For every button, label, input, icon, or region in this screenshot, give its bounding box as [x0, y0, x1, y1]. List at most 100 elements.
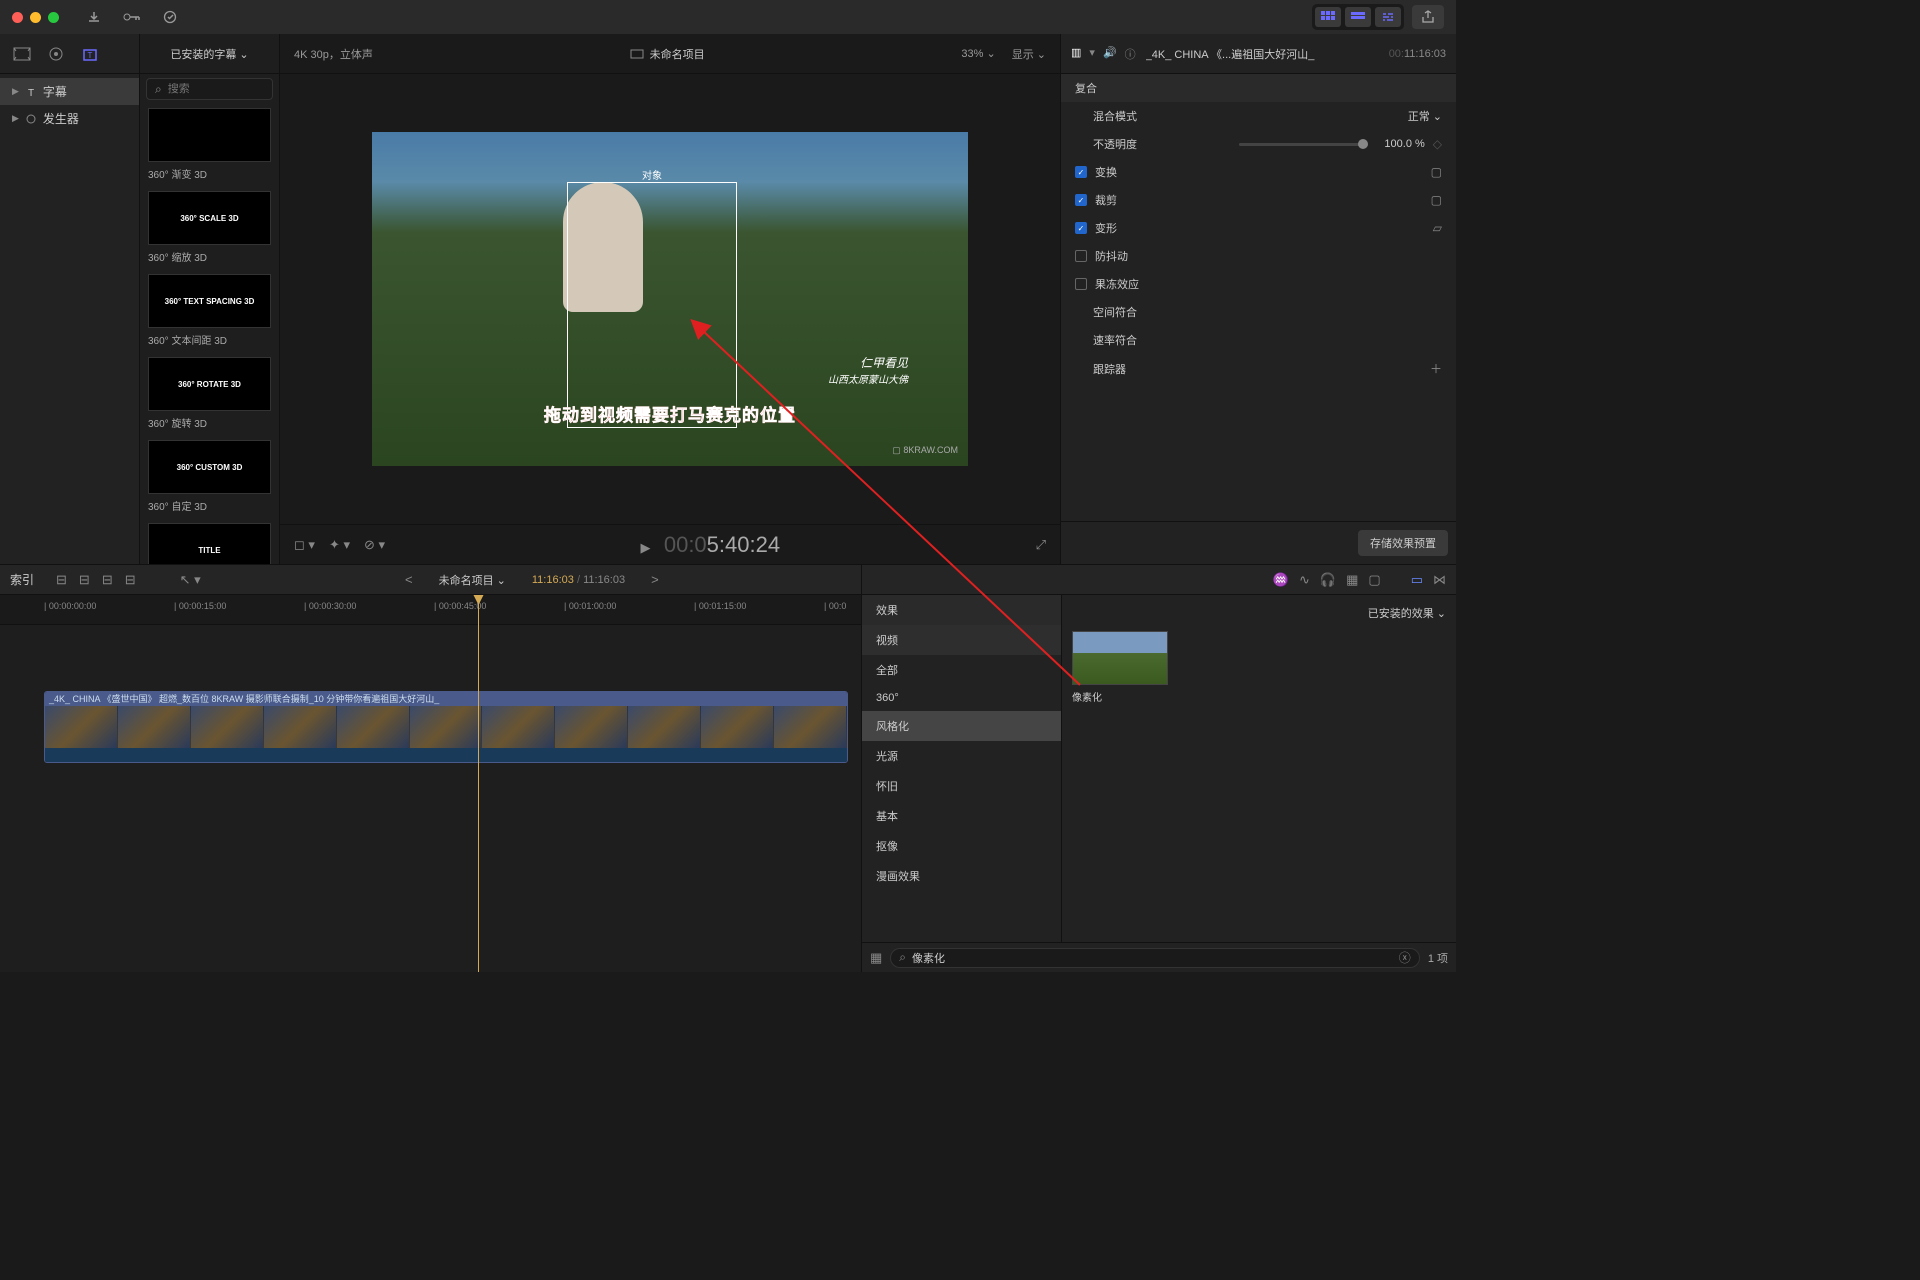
crop-checkbox[interactable]: ✓ — [1075, 194, 1087, 206]
generator-inspector-tab-icon[interactable]: ▾ — [1089, 46, 1095, 62]
grid-view-icon[interactable]: ▦ — [870, 950, 882, 966]
reset-icon[interactable]: ▢ — [1431, 193, 1442, 207]
timeline-back-button[interactable]: < — [405, 572, 413, 587]
title-preset-thumb[interactable] — [148, 108, 271, 162]
media-tab-icon[interactable] — [10, 42, 34, 66]
effects-search[interactable]: ⌕ ⓧ — [890, 948, 1420, 968]
timeline-total-tc: 11:16:03 — [583, 574, 625, 586]
disclosure-triangle-icon: ▶ — [12, 113, 19, 124]
distort-checkbox[interactable]: ✓ — [1075, 222, 1087, 234]
rolling-shutter-row[interactable]: 果冻效应 — [1061, 270, 1456, 298]
timeline-playhead[interactable] — [478, 595, 479, 972]
zoom-dropdown[interactable]: 33% ⌄ — [961, 47, 995, 60]
clear-search-icon[interactable]: ⓧ — [1399, 949, 1411, 966]
index-button[interactable]: 索引 — [10, 571, 44, 588]
effects-category-item[interactable]: 风格化 — [862, 711, 1061, 741]
effects-search-input[interactable] — [912, 952, 1393, 964]
effects-category-item[interactable]: 全部 — [862, 655, 1061, 685]
spatial-conform-row[interactable]: 空间符合 — [1061, 298, 1456, 326]
effects-category-item[interactable]: 抠像 — [862, 831, 1061, 861]
effects-category-item[interactable]: 360° — [862, 685, 1061, 711]
share-button[interactable] — [1412, 5, 1444, 29]
keyword-button[interactable] — [117, 6, 147, 28]
timeline-project-dropdown[interactable]: 未命名项目 ⌄ — [439, 572, 506, 588]
title-preset-thumb[interactable]: 360° ROTATE 3D — [148, 357, 271, 411]
timeline-forward-button[interactable]: > — [651, 572, 659, 587]
timeline-toggle-icon[interactable] — [1345, 7, 1371, 27]
stabilize-row[interactable]: 防抖动 — [1061, 242, 1456, 270]
skimming-icon[interactable]: ∿ — [1299, 572, 1310, 588]
rate-conform-row[interactable]: 速率符合 — [1061, 326, 1456, 354]
rolling-shutter-checkbox[interactable] — [1075, 278, 1087, 290]
solo-icon[interactable]: ▦ — [1346, 572, 1358, 588]
display-dropdown[interactable]: 显示 ⌄ — [1012, 46, 1046, 62]
minimize-window-button[interactable] — [30, 12, 41, 23]
close-window-button[interactable] — [12, 12, 23, 23]
browser-filter-dropdown[interactable]: 已安装的字幕 ⌄ — [148, 46, 271, 62]
opacity-value[interactable]: 100.0 % — [1384, 138, 1424, 150]
opacity-slider[interactable] — [1239, 143, 1369, 146]
transform-tool-dropdown[interactable]: ◻ ▾ — [294, 537, 315, 553]
save-effect-preset-button[interactable]: 存储效果预置 — [1358, 530, 1448, 556]
blend-mode-dropdown[interactable]: 正常 ⌄ — [1408, 108, 1442, 124]
viewer-timecode[interactable]: 00:05:40:24 — [664, 533, 780, 558]
stabilize-checkbox[interactable] — [1075, 250, 1087, 262]
select-tool-dropdown[interactable]: ↖ ▾ — [180, 572, 201, 588]
play-button[interactable]: ▶ — [641, 540, 651, 555]
retime-tool-dropdown[interactable]: ⊘ ▾ — [364, 537, 385, 553]
audio-tab-icon[interactable] — [44, 42, 68, 66]
effects-category-item[interactable]: 光源 — [862, 741, 1061, 771]
browser-search[interactable]: ⌕ — [146, 78, 273, 100]
reset-icon[interactable]: ▱ — [1433, 221, 1442, 235]
filmstrip-icon — [630, 49, 644, 59]
insert-clip-icon[interactable]: ⊟ — [79, 572, 90, 588]
audio-skimming-icon[interactable]: 🎧 — [1320, 572, 1336, 588]
reset-icon[interactable]: ▢ — [1431, 165, 1442, 179]
onscreen-selection-rect[interactable]: 对象 — [567, 182, 737, 428]
sidebar-item-titles[interactable]: ▶ T 字幕 — [0, 78, 139, 105]
video-inspector-tab-icon[interactable]: ▥ — [1071, 46, 1081, 62]
connect-clip-icon[interactable]: ⊟ — [56, 572, 67, 588]
title-preset-thumb[interactable]: 360° TEXT SPACING 3D — [148, 274, 271, 328]
effects-category-item[interactable]: 基本 — [862, 801, 1061, 831]
title-preset-thumb[interactable]: TITLE — [148, 523, 271, 564]
title-preset-thumb[interactable]: 360° CUSTOM 3D — [148, 440, 271, 494]
overwrite-clip-icon[interactable]: ⊟ — [125, 572, 136, 588]
titles-tab-icon[interactable]: T — [78, 42, 102, 66]
inspector-toggle-icon[interactable] — [1375, 7, 1401, 27]
tracker-row[interactable]: 跟踪器 ＋ — [1061, 354, 1456, 383]
keyframe-button[interactable]: ◇ — [1433, 137, 1442, 151]
distort-row[interactable]: ✓ 变形 ▱ — [1061, 214, 1456, 242]
append-clip-icon[interactable]: ⊟ — [102, 572, 113, 588]
timeline-ruler[interactable]: | 00:00:00:00 | 00:00:15:00 | 00:00:30:0… — [0, 595, 861, 625]
effects-category-video[interactable]: 视频 — [862, 625, 1061, 655]
installed-effects-dropdown[interactable]: 已安装的效果 ⌄ — [1072, 605, 1446, 631]
browser-toggle-icon[interactable] — [1315, 7, 1341, 27]
transform-row[interactable]: ✓ 变换 ▢ — [1061, 158, 1456, 186]
effects-browser-toggle-icon[interactable]: ▭ — [1411, 572, 1423, 588]
maximize-window-button[interactable] — [48, 12, 59, 23]
title-preset-thumb[interactable]: 360° SCALE 3D — [148, 191, 271, 245]
audio-inspector-tab-icon[interactable]: 🔊 — [1103, 46, 1117, 62]
crop-row[interactable]: ✓ 裁剪 ▢ — [1061, 186, 1456, 214]
sidebar-item-generators[interactable]: ▶ 发生器 — [0, 105, 139, 132]
audio-meters-icon[interactable]: ♒ — [1273, 572, 1289, 588]
transitions-browser-toggle-icon[interactable]: ⋈ — [1433, 572, 1446, 588]
viewer-panel: 4K 30p，立体声 未命名项目 33% ⌄ 显示 ⌄ 对象 仁甲看见 山西太原… — [280, 34, 1061, 564]
info-inspector-tab-icon[interactable]: ⓘ — [1125, 46, 1136, 62]
viewer-canvas[interactable]: 对象 仁甲看见 山西太原蒙山大佛 ▢ 8KRAW.COM 拖动到视频需要打马赛克… — [372, 132, 968, 466]
effect-thumbnail[interactable]: 像素化 — [1072, 631, 1168, 704]
add-tracker-button[interactable]: ＋ — [1430, 360, 1442, 377]
snapping-icon[interactable]: ▢ — [1368, 572, 1380, 588]
title-preset-label: 360° 渐变 3D — [148, 166, 271, 181]
transform-checkbox[interactable]: ✓ — [1075, 166, 1087, 178]
fullscreen-button[interactable]: ⤢ — [1036, 537, 1046, 553]
enhance-tool-dropdown[interactable]: ✦ ▾ — [329, 537, 350, 553]
clip-audio-waveform — [45, 748, 847, 763]
background-tasks-button[interactable] — [155, 6, 185, 28]
effects-category-item[interactable]: 怀旧 — [862, 771, 1061, 801]
ruler-tick: | 00:01:15:00 — [694, 601, 746, 611]
timeline-clip[interactable]: _4K_ CHINA 《盛世中国》 超燃_数百位 8KRAW 摄影师联合摄制_1… — [44, 691, 848, 763]
effects-category-item[interactable]: 漫画效果 — [862, 861, 1061, 891]
import-button[interactable] — [79, 6, 109, 28]
